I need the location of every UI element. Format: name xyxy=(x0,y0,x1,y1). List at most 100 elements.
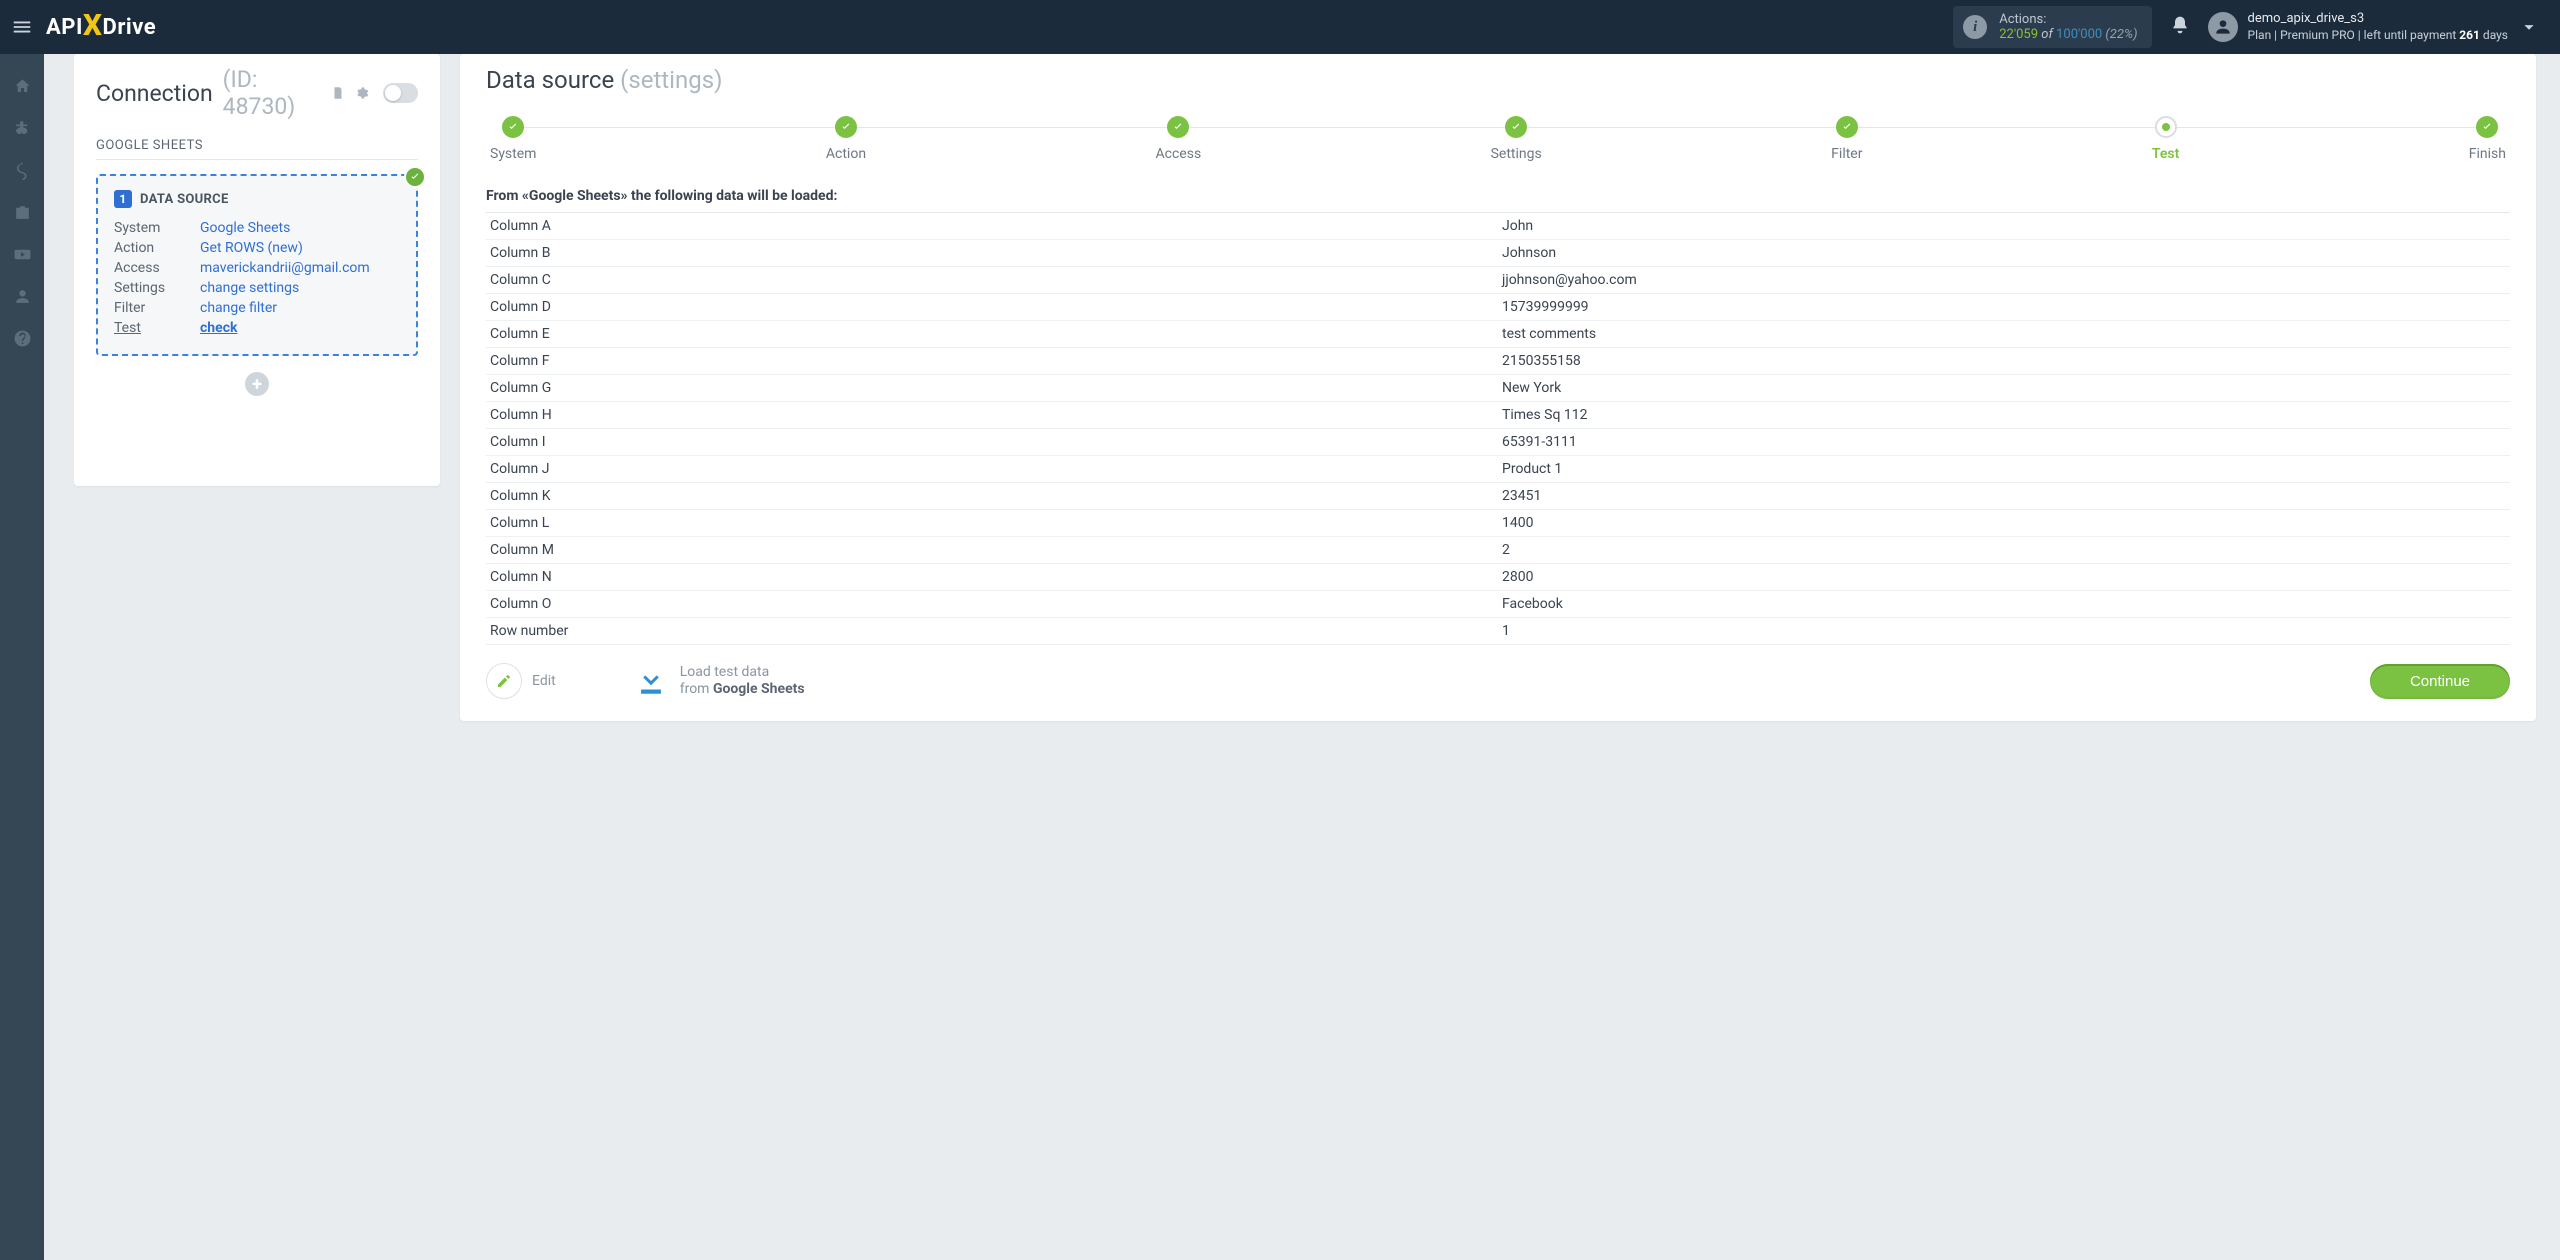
block-status-check xyxy=(404,166,426,188)
load-test-data-button[interactable]: Load test data from Google Sheets xyxy=(634,664,805,698)
kv-row: ActionGet ROWS (new) xyxy=(114,238,400,258)
col-value: John xyxy=(1498,213,2510,240)
add-block-button[interactable]: + xyxy=(245,372,269,396)
menu-toggle[interactable] xyxy=(0,0,44,54)
step-system[interactable]: System xyxy=(490,116,536,162)
check-icon xyxy=(1172,121,1184,133)
check-icon xyxy=(507,121,519,133)
brand-suffix: Drive xyxy=(103,15,157,40)
col-name: Column M xyxy=(486,537,1498,564)
col-name: Row number xyxy=(486,618,1498,645)
notes-icon[interactable] xyxy=(331,85,345,101)
col-name: Column J xyxy=(486,456,1498,483)
sitemap-icon xyxy=(13,119,32,138)
kv-row: Accessmaverickandrii@gmail.com xyxy=(114,258,400,278)
rail-help[interactable] xyxy=(0,318,44,358)
notifications-button[interactable] xyxy=(2170,15,2190,39)
kv-row: Settingschange settings xyxy=(114,278,400,298)
step-finish[interactable]: Finish xyxy=(2469,116,2506,162)
source-label: GOOGLE SHEETS xyxy=(96,138,418,160)
step-label: Test xyxy=(2152,146,2179,162)
table-row: Column F2150355158 xyxy=(486,348,2510,375)
step-dot xyxy=(502,116,524,138)
kv-row: SystemGoogle Sheets xyxy=(114,218,400,238)
col-value: 65391-3111 xyxy=(1498,429,2510,456)
kv-row: Filterchange filter xyxy=(114,298,400,318)
rail-tools[interactable] xyxy=(0,192,44,232)
actions-label: Actions: xyxy=(1999,12,2137,27)
col-value: New York xyxy=(1498,375,2510,402)
kv-value[interactable]: Get ROWS (new) xyxy=(200,240,303,256)
footer-actions: Edit Load test data from Google Sheets C… xyxy=(486,663,2510,699)
table-row: Column M2 xyxy=(486,537,2510,564)
block-header: 1 DATA SOURCE xyxy=(114,190,400,208)
col-name: Column D xyxy=(486,294,1498,321)
connection-header: Connection (ID: 48730) xyxy=(96,64,418,120)
table-row: Column AJohn xyxy=(486,213,2510,240)
edit-button[interactable]: Edit xyxy=(486,663,556,699)
rail-billing[interactable] xyxy=(0,150,44,190)
rail-account[interactable] xyxy=(0,276,44,316)
user-menu[interactable]: demo_apix_drive_s3 Plan | Premium PRO | … xyxy=(2208,11,2540,42)
download-icon xyxy=(634,664,668,698)
kv-key: Settings xyxy=(114,280,200,296)
check-icon xyxy=(1841,121,1853,133)
step-action[interactable]: Action xyxy=(826,116,866,162)
username: demo_apix_drive_s3 xyxy=(2248,11,2508,27)
brand-logo[interactable]: API X Drive xyxy=(46,15,156,40)
kv-value[interactable]: check xyxy=(200,320,237,336)
col-name: Column N xyxy=(486,564,1498,591)
user-icon xyxy=(2213,17,2233,37)
step-dot xyxy=(835,116,857,138)
kv-key: Access xyxy=(114,260,200,276)
rail-home[interactable] xyxy=(0,66,44,106)
connection-enabled-toggle[interactable] xyxy=(383,83,418,103)
avatar xyxy=(2208,12,2238,42)
step-label: Access xyxy=(1156,146,1202,162)
briefcase-icon xyxy=(13,203,32,222)
col-value: Facebook xyxy=(1498,591,2510,618)
kv-key: Action xyxy=(114,240,200,256)
col-value: test comments xyxy=(1498,321,2510,348)
youtube-icon xyxy=(13,245,32,264)
gear-icon[interactable] xyxy=(355,85,369,101)
rail-connections[interactable] xyxy=(0,108,44,148)
kv-value[interactable]: change filter xyxy=(200,300,277,316)
pencil-icon xyxy=(496,673,512,689)
edit-label: Edit xyxy=(532,673,556,689)
data-source-block[interactable]: 1 DATA SOURCE SystemGoogle SheetsActionG… xyxy=(96,174,418,356)
col-value: 23451 xyxy=(1498,483,2510,510)
actions-of: of xyxy=(2041,27,2053,42)
col-value: 2 xyxy=(1498,537,2510,564)
actions-counter[interactable]: i Actions: 22'059 of 100'000 (22%) xyxy=(1953,6,2151,48)
step-label: Finish xyxy=(2469,146,2506,162)
preview-table: Column AJohnColumn BJohnsonColumn Cjjohn… xyxy=(486,213,2510,645)
block-title: DATA SOURCE xyxy=(140,192,229,207)
bell-icon xyxy=(2170,15,2190,35)
kv-key: Test xyxy=(114,320,200,336)
step-filter[interactable]: Filter xyxy=(1831,116,1862,162)
table-row: Column JProduct 1 xyxy=(486,456,2510,483)
hamburger-icon xyxy=(11,16,33,38)
step-dot xyxy=(1505,116,1527,138)
actions-total: 100'000 xyxy=(2056,27,2102,42)
col-name: Column L xyxy=(486,510,1498,537)
step-label: Action xyxy=(826,146,866,162)
topbar-right: i Actions: 22'059 of 100'000 (22%) demo_… xyxy=(1953,6,2560,48)
check-icon xyxy=(409,171,421,183)
kv-value[interactable]: maverickandrii@gmail.com xyxy=(200,260,370,276)
continue-button[interactable]: Continue xyxy=(2370,664,2510,699)
step-test[interactable]: Test xyxy=(2152,116,2179,162)
rail-video[interactable] xyxy=(0,234,44,274)
step-access[interactable]: Access xyxy=(1156,116,1202,162)
col-name: Column C xyxy=(486,267,1498,294)
col-value: 1 xyxy=(1498,618,2510,645)
col-name: Column B xyxy=(486,240,1498,267)
load-line1: Load test data xyxy=(680,664,805,681)
kv-value[interactable]: change settings xyxy=(200,280,299,296)
kv-value[interactable]: Google Sheets xyxy=(200,220,290,236)
user-lines: demo_apix_drive_s3 Plan | Premium PRO | … xyxy=(2248,11,2508,42)
step-settings[interactable]: Settings xyxy=(1491,116,1542,162)
table-row: Column HTimes Sq 112 xyxy=(486,402,2510,429)
load-test-data-lines: Load test data from Google Sheets xyxy=(680,664,805,698)
